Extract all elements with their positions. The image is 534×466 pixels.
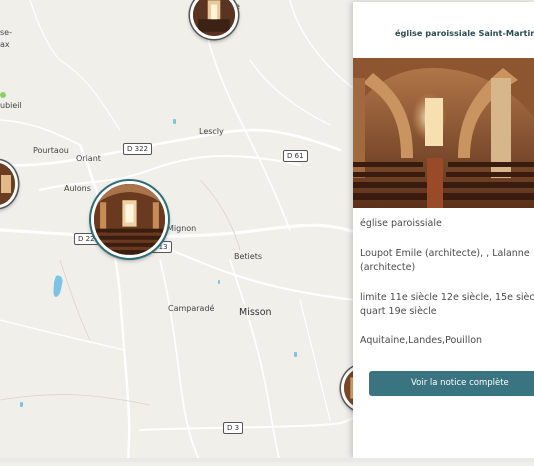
- road-shield: D 3: [223, 422, 244, 434]
- place-label: Misson: [239, 307, 272, 318]
- notice-authors: Loupot Emile (architecte), , Lalanne: [360, 248, 530, 259]
- place-label: Betiets: [234, 252, 262, 261]
- notice-location: Aquitaine,Landes,Pouillon: [360, 335, 483, 346]
- place-label: Aulons: [64, 184, 91, 193]
- view-full-notice-button[interactable]: Voir la notice complète: [369, 371, 534, 396]
- place-label: Mignon: [167, 224, 197, 233]
- notice-title: église paroissiale Saint-Martin: [395, 28, 534, 38]
- place-label: se-: [0, 28, 12, 37]
- place-label: ax: [0, 40, 10, 49]
- notice-authors-cont: (architecte): [360, 262, 416, 273]
- notice-dating-cont: quart 19e siècle: [360, 306, 437, 317]
- place-label: ubieil: [0, 101, 22, 110]
- place-label: Camparadé: [168, 304, 215, 313]
- road-shield: D 322: [123, 143, 152, 155]
- road-shield: D 61: [283, 150, 308, 162]
- place-label: Lescly: [199, 127, 224, 136]
- place-label: Pourtaou: [33, 146, 69, 155]
- notice-panel: église paroissiale Saint-Martin église p…: [353, 2, 534, 458]
- notice-type: église paroissiale: [360, 218, 442, 229]
- bottom-border: [0, 458, 534, 462]
- place-label: Oriant: [76, 154, 101, 163]
- church-photo: [353, 58, 534, 208]
- church-interior-image: [353, 58, 534, 208]
- notice-dating: limite 11e siècle 12e siècle, 15e siècle…: [360, 292, 534, 303]
- selected-monument-marker[interactable]: [91, 181, 168, 258]
